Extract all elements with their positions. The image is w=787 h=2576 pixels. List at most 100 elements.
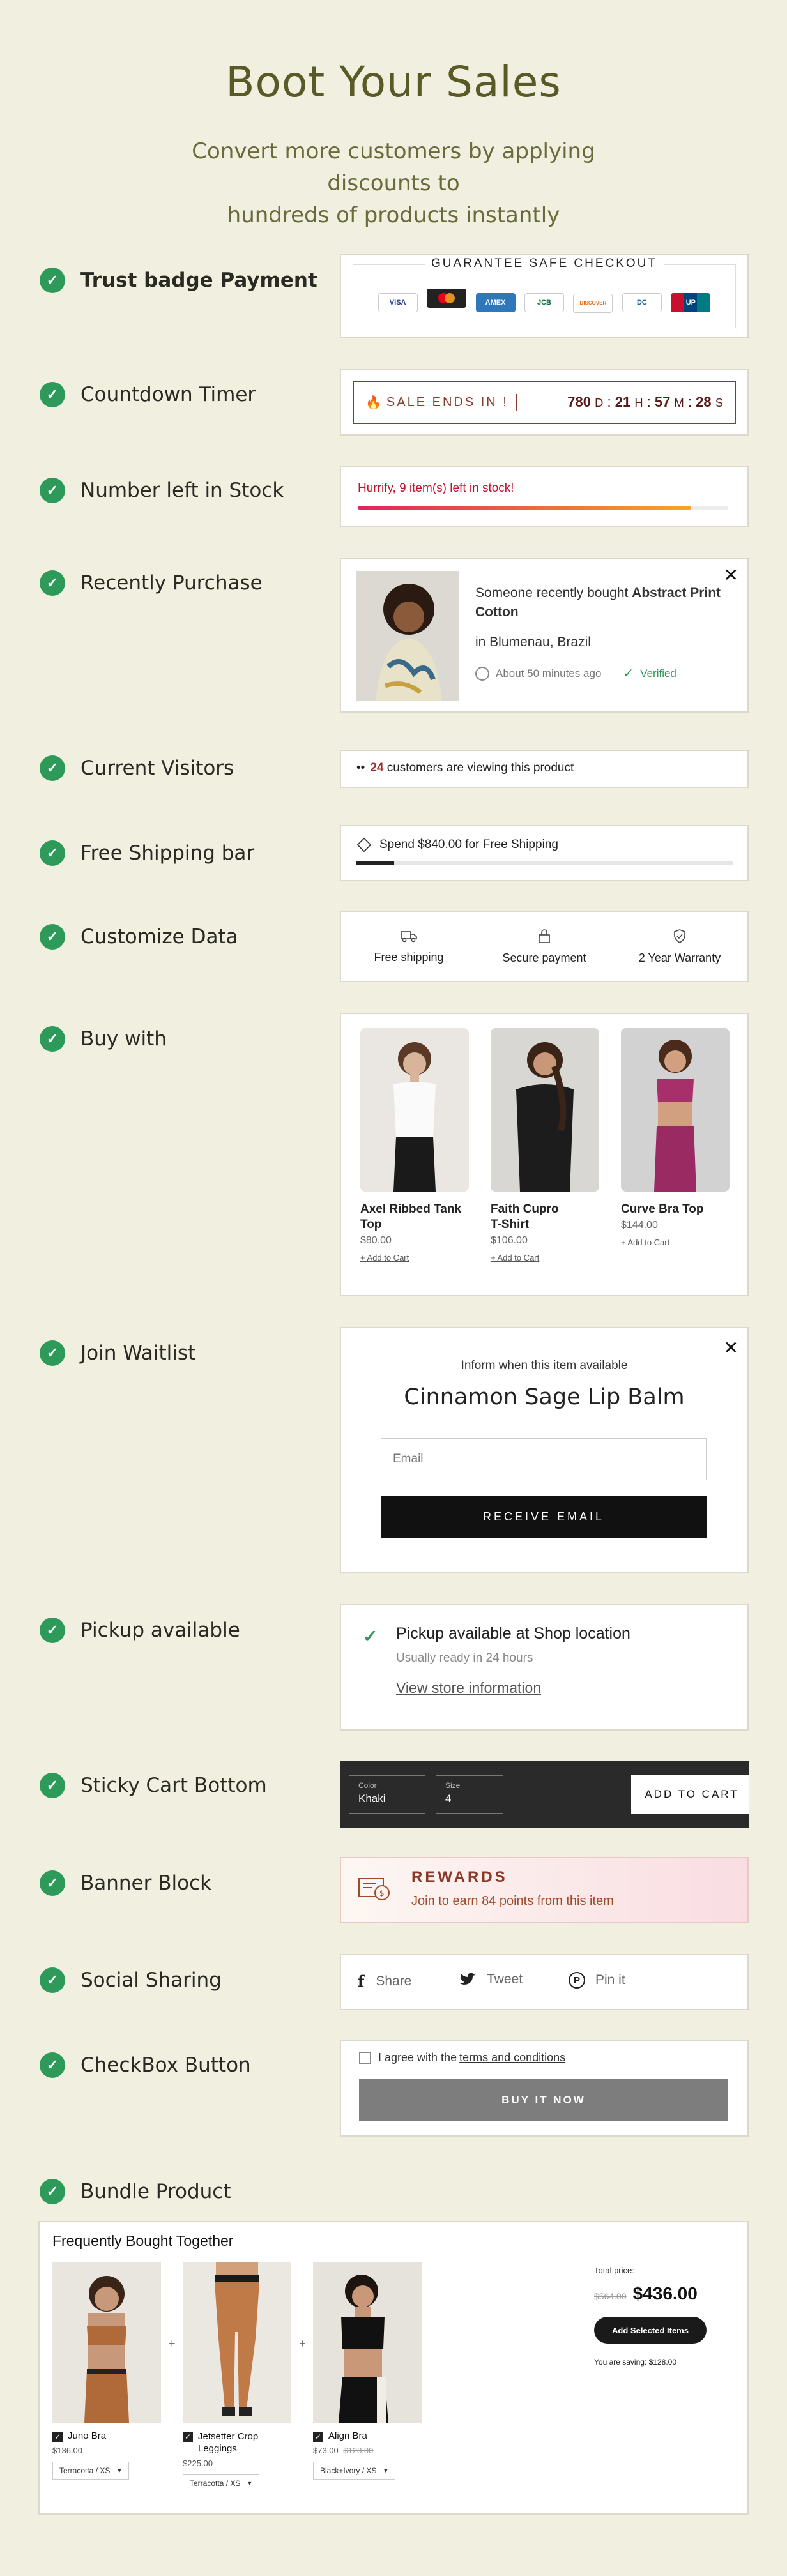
custom-item: Free shipping bbox=[341, 912, 477, 981]
product-name[interactable]: Faith Cupro T-Shirt bbox=[491, 1202, 599, 1232]
shipping-row: Spend $840.00 for Free Shipping bbox=[356, 837, 558, 852]
feature-row: ✓ Social Sharing bbox=[40, 1967, 222, 1993]
stock-card: Hurrify, 9 item(s) left in stock! bbox=[340, 466, 749, 527]
product-image[interactable] bbox=[183, 2262, 291, 2423]
product-image[interactable] bbox=[621, 1028, 730, 1192]
size-value: 4 bbox=[445, 1792, 452, 1805]
bundle-item-row: ✓ Juno Bra bbox=[52, 2430, 161, 2442]
buy-with-card: Axel Ribbed Tank Top $80.00 + Add to Cart… bbox=[340, 1013, 749, 1296]
bundle-item-name: Jetsetter Crop Leggings bbox=[198, 2431, 259, 2454]
feature-row: ✓ Bundle Product bbox=[40, 2179, 231, 2204]
countdown-hours: 21 bbox=[615, 394, 631, 410]
pickup-card: ✓ Pickup available at Shop location Usua… bbox=[340, 1604, 749, 1731]
bundle-item-price: $136.00 bbox=[52, 2446, 82, 2455]
social-card: f Share Tweet P Pin it bbox=[340, 1954, 749, 2010]
variant-select[interactable]: Terracotta / XS ▼ bbox=[183, 2474, 260, 2492]
buy-with-item: Axel Ribbed Tank Top $80.00 + Add to Cart bbox=[360, 1028, 469, 1262]
item-checkbox[interactable]: ✓ bbox=[183, 2432, 193, 2442]
total-row: $564.00 $436.00 bbox=[594, 2284, 698, 2304]
email-field[interactable] bbox=[381, 1438, 707, 1480]
total-label: Total price: bbox=[594, 2266, 634, 2275]
bundle-item: ✓ Jetsetter Crop Leggings $225.00 Terraco… bbox=[183, 2262, 291, 2492]
view-store-link[interactable]: View store information bbox=[396, 1679, 541, 1697]
box-icon bbox=[356, 837, 372, 852]
trust-heading: GUARANTEE SAFE CHECKOUT bbox=[424, 257, 664, 270]
share-twitter[interactable]: Tweet bbox=[460, 1972, 523, 1987]
plus-icon: + bbox=[169, 2337, 176, 2350]
product-name[interactable]: Axel Ribbed Tank Top bbox=[360, 1202, 469, 1232]
product-image[interactable] bbox=[52, 2262, 161, 2423]
feature-row: ✓ Current Visitors bbox=[40, 755, 234, 781]
product-name[interactable]: Curve Bra Top bbox=[621, 1202, 730, 1217]
banner-text: Join to earn 84 points from this item bbox=[411, 1894, 614, 1908]
item-checkbox[interactable]: ✓ bbox=[313, 2432, 323, 2442]
saving-text: You are saving: $128.00 bbox=[594, 2358, 676, 2367]
terms-checkbox[interactable] bbox=[359, 2052, 371, 2064]
share-facebook[interactable]: f Share bbox=[358, 1972, 411, 1990]
feature-label: Social Sharing bbox=[80, 1969, 222, 1992]
facebook-icon: f bbox=[358, 1972, 365, 1990]
add-to-cart-link[interactable]: + Add to Cart bbox=[360, 1253, 469, 1262]
recent-meta: About 50 minutes ago ✓ Verified bbox=[475, 665, 676, 681]
add-to-cart-link[interactable]: + Add to Cart bbox=[621, 1238, 730, 1247]
check-icon: ✓ bbox=[40, 1870, 65, 1896]
features-row: Free shipping Secure payment 2 Year Warr… bbox=[341, 912, 747, 981]
feature-row: ✓ Sticky Cart Bottom bbox=[40, 1773, 267, 1798]
feature-row: ✓ Banner Block bbox=[40, 1870, 211, 1896]
variant-select[interactable]: Terracotta / XS ▼ bbox=[52, 2462, 130, 2480]
fire-icon: 🔥 bbox=[365, 395, 381, 410]
buy-it-now-button[interactable]: BUY IT NOW bbox=[359, 2079, 728, 2121]
product-image[interactable] bbox=[360, 1028, 469, 1192]
color-select[interactable]: Color Khaki bbox=[349, 1775, 425, 1814]
close-icon[interactable]: ✕ bbox=[724, 1337, 738, 1358]
visitors-count: 24 bbox=[370, 761, 384, 775]
receive-email-button[interactable]: RECEIVE EMAIL bbox=[381, 1496, 707, 1538]
waitlist-intro: Inform when this item available bbox=[461, 1359, 628, 1372]
terms-link[interactable]: terms and conditions bbox=[459, 2051, 565, 2065]
add-to-cart-link[interactable]: + Add to Cart bbox=[491, 1253, 599, 1262]
add-to-cart-button[interactable]: ADD TO CART bbox=[631, 1775, 749, 1814]
check-icon: ✓ bbox=[40, 1026, 65, 1052]
pickup-title: Pickup available at Shop location bbox=[396, 1625, 630, 1642]
sticky-cart-bar: Color Khaki Size 4 ADD TO CART bbox=[340, 1761, 749, 1828]
shipping-bar-fill bbox=[356, 861, 394, 865]
product-image[interactable] bbox=[313, 2262, 422, 2423]
product-price: $144.00 bbox=[621, 1220, 658, 1231]
waitlist-product: Cinnamon Sage Lip Balm bbox=[404, 1384, 685, 1410]
feature-label: Current Visitors bbox=[80, 757, 234, 780]
visa-icon: VISA bbox=[378, 293, 418, 312]
bundle-item-price: $225.00 bbox=[183, 2459, 213, 2468]
feature-row: ✓ Number left in Stock bbox=[40, 478, 284, 503]
recent-purchase-card: ✕ Someone recently bought Abstract Print… bbox=[340, 558, 749, 713]
variant-select[interactable]: Black+Ivory / XS ▼ bbox=[313, 2462, 396, 2480]
feature-label: Join Waitlist bbox=[80, 1342, 196, 1365]
verified-label: Verified bbox=[640, 667, 676, 679]
check-icon: ✓ bbox=[40, 1967, 65, 1993]
banner-title: REWARDS bbox=[411, 1868, 508, 1886]
diners-icon: DC bbox=[622, 293, 662, 312]
countdown-timer: 780 D : 21 H : 57 M : 28 S bbox=[567, 394, 723, 410]
page-subtitle: Convert more customers by applying disco… bbox=[138, 135, 649, 231]
clock-icon bbox=[475, 666, 489, 681]
feature-row: ✓ Pickup available bbox=[40, 1618, 240, 1643]
product-image[interactable] bbox=[491, 1028, 599, 1192]
close-icon[interactable]: ✕ bbox=[724, 564, 738, 586]
twitter-icon bbox=[460, 1973, 476, 1985]
amex-icon: AMEX bbox=[475, 293, 516, 312]
feature-label: CheckBox Button bbox=[80, 2054, 251, 2077]
check-icon: ✓ bbox=[40, 478, 65, 503]
check-icon: ✓ bbox=[40, 1618, 65, 1643]
size-select[interactable]: Size 4 bbox=[436, 1775, 503, 1814]
feature-label: Banner Block bbox=[80, 1872, 212, 1895]
feature-label: Sticky Cart Bottom bbox=[80, 1774, 267, 1797]
feature-row: ✓ Recently Purchase bbox=[40, 570, 263, 596]
bundle-item-row: ✓ Jetsetter Crop Leggings bbox=[183, 2430, 291, 2455]
add-selected-button[interactable]: Add Selected Items bbox=[594, 2317, 707, 2344]
item-checkbox[interactable]: ✓ bbox=[52, 2432, 63, 2442]
check-icon: ✓ bbox=[623, 667, 634, 681]
shipping-text: Spend $840.00 for Free Shipping bbox=[379, 838, 558, 851]
share-pinterest[interactable]: P Pin it bbox=[569, 1972, 625, 1989]
countdown-days: 780 bbox=[567, 394, 591, 410]
bundle-item-price: $73.00 bbox=[313, 2446, 339, 2455]
feature-label: Buy with bbox=[80, 1027, 167, 1050]
